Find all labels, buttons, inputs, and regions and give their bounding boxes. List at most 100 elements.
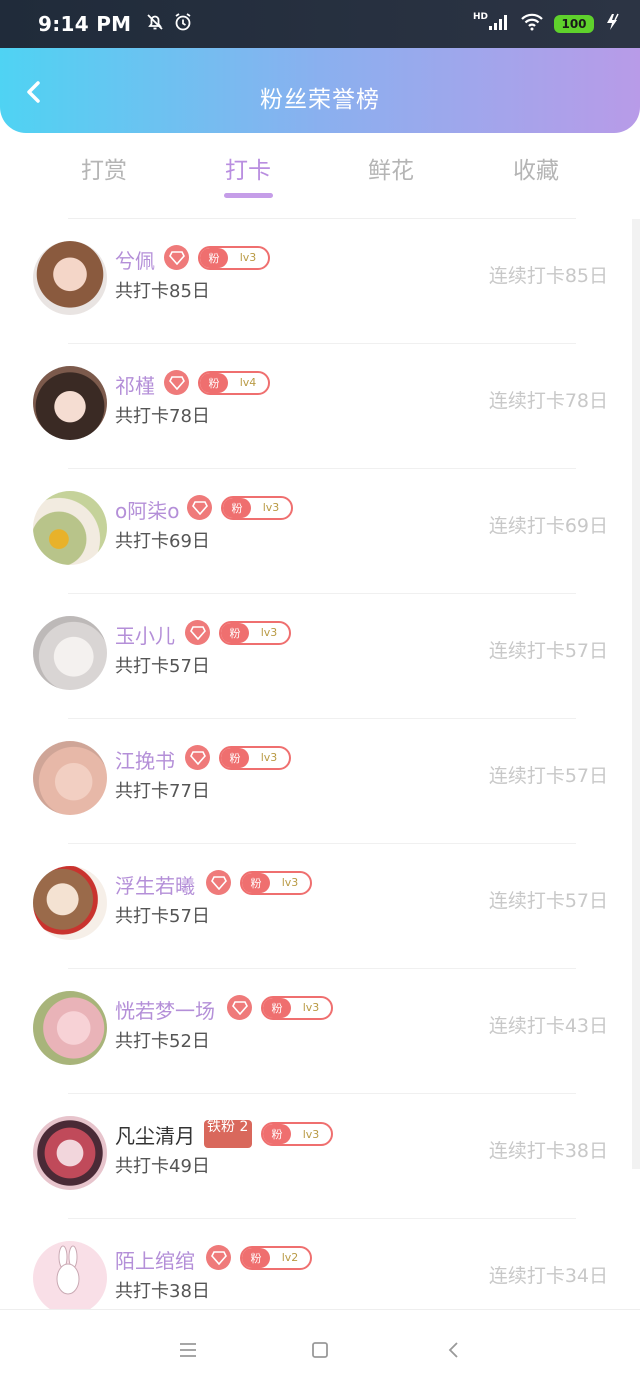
menu-icon <box>180 1343 196 1357</box>
list-item[interactable]: 凡尘清月 铁粉 2 粉 lv3 共打卡49日 连续打卡38日 <box>0 1094 632 1219</box>
fan-level-badge: 粉 lv2 <box>240 1245 312 1270</box>
fan-name[interactable]: 玉小儿 <box>115 620 175 649</box>
list-item[interactable]: 恍若梦一场 粉 lv3 共打卡52日 连续打卡43日 <box>0 969 632 1094</box>
tab-checkin[interactable]: 打卡 <box>198 151 298 185</box>
streak-checkins: 连续打卡78日 <box>488 390 608 412</box>
fan-label: 粉 <box>263 1124 291 1144</box>
wifi-icon <box>520 13 544 35</box>
total-checkins: 共打卡38日 <box>115 1281 210 1302</box>
badge-group: 铁粉 2 粉 lv3 <box>204 1120 333 1148</box>
badge-group: 粉 lv3 <box>187 495 293 520</box>
fan-name[interactable]: 江挽书 <box>115 745 175 774</box>
fan-level-badge: 粉 lv3 <box>219 745 291 770</box>
fan-level-badge: 粉 lv3 <box>219 620 291 645</box>
system-nav-bar <box>0 1309 640 1387</box>
avatar[interactable] <box>33 991 107 1065</box>
streak-checkins: 连续打卡38日 <box>488 1140 608 1162</box>
tab-bar: 打赏 打卡 鲜花 收藏 <box>0 133 640 219</box>
fan-name[interactable]: 陌上绾绾 <box>115 1245 195 1274</box>
badge-group: 粉 lv3 <box>164 245 270 270</box>
bunny-icon <box>56 1245 80 1295</box>
fan-label: 粉 <box>223 497 251 518</box>
fan-label: 粉 <box>263 997 291 1018</box>
avatar[interactable] <box>33 491 107 565</box>
fan-level-badge: 粉 lv3 <box>261 1122 333 1146</box>
badge-group: 粉 lv3 <box>206 870 312 895</box>
battery-indicator: 100 <box>554 15 594 33</box>
fan-name[interactable]: 恍若梦一场 <box>115 995 215 1024</box>
fan-name[interactable]: 祁槿 <box>115 370 155 399</box>
fan-list[interactable]: 兮佩 粉 lv3 共打卡85日 连续打卡85日 祁槿 粉 lv4 共打卡78日 … <box>0 219 640 1309</box>
streak-checkins: 连续打卡57日 <box>488 640 608 662</box>
square-icon <box>312 1342 328 1358</box>
fan-label: 粉 <box>200 372 228 393</box>
avatar[interactable] <box>33 1116 107 1190</box>
streak-checkins: 连续打卡69日 <box>488 515 608 537</box>
diamond-icon <box>187 495 212 520</box>
streak-checkins: 连续打卡34日 <box>488 1265 608 1287</box>
list-item[interactable]: 玉小儿 粉 lv3 共打卡57日 连续打卡57日 <box>0 594 632 719</box>
fan-name[interactable]: 凡尘清月 <box>115 1120 195 1149</box>
tab-favorites[interactable]: 收藏 <box>486 151 586 185</box>
fan-level: lv3 <box>302 1127 320 1141</box>
menu-button[interactable] <box>174 1336 202 1364</box>
avatar[interactable] <box>33 741 107 815</box>
fan-label: 粉 <box>242 872 270 893</box>
total-checkins: 共打卡49日 <box>115 1156 210 1177</box>
total-checkins: 共打卡85日 <box>115 281 210 302</box>
avatar[interactable] <box>33 616 107 690</box>
fan-level: lv3 <box>239 251 257 264</box>
tab-flowers[interactable]: 鲜花 <box>341 151 441 185</box>
list-item[interactable]: 祁槿 粉 lv4 共打卡78日 连续打卡78日 <box>0 344 632 469</box>
total-checkins: 共打卡77日 <box>115 781 210 802</box>
badge-group: 粉 lv2 <box>206 1245 312 1270</box>
chevron-left-icon <box>448 1342 458 1358</box>
fan-name[interactable]: 浮生若曦 <box>115 870 195 899</box>
streak-checkins: 连续打卡43日 <box>488 1015 608 1037</box>
home-button[interactable] <box>306 1336 334 1364</box>
list-item[interactable]: o阿柒o 粉 lv3 共打卡69日 连续打卡69日 <box>0 469 632 594</box>
fan-name[interactable]: 兮佩 <box>115 245 155 274</box>
fan-level: lv3 <box>260 626 278 639</box>
network-type-label: HD <box>472 12 488 22</box>
fan-level: lv3 <box>262 501 280 514</box>
fan-level: lv3 <box>281 876 299 889</box>
diamond-icon <box>185 620 210 645</box>
charging-icon <box>604 13 622 35</box>
fan-level-badge: 粉 lv3 <box>261 995 333 1020</box>
avatar[interactable] <box>33 1241 107 1309</box>
streak-checkins: 连续打卡57日 <box>488 890 608 912</box>
list-item[interactable]: 陌上绾绾 粉 lv2 共打卡38日 连续打卡34日 <box>0 1219 632 1309</box>
tab-reward[interactable]: 打赏 <box>54 151 154 185</box>
title-badge: 铁粉 2 <box>204 1120 252 1148</box>
fan-label: 粉 <box>200 247 228 268</box>
fan-label: 粉 <box>221 747 249 768</box>
alarm-icon <box>173 12 193 36</box>
avatar[interactable] <box>33 241 107 315</box>
fan-name[interactable]: o阿柒o <box>115 495 179 524</box>
scrollbar[interactable] <box>632 219 640 1169</box>
fan-label: 粉 <box>242 1247 270 1268</box>
avatar[interactable] <box>33 366 107 440</box>
signal-icon <box>488 13 510 35</box>
total-checkins: 共打卡69日 <box>115 531 210 552</box>
fan-level-badge: 粉 lv3 <box>198 245 270 270</box>
fan-level-badge: 粉 lv3 <box>221 495 293 520</box>
list-item[interactable]: 兮佩 粉 lv3 共打卡85日 连续打卡85日 <box>0 219 632 344</box>
fan-label: 粉 <box>221 622 249 643</box>
diamond-icon <box>206 870 231 895</box>
fan-level: lv3 <box>260 751 278 764</box>
fan-level: lv3 <box>302 1001 320 1014</box>
back-nav-button[interactable] <box>440 1336 468 1364</box>
diamond-icon <box>164 245 189 270</box>
fan-level-badge: 粉 lv4 <box>198 370 270 395</box>
streak-checkins: 连续打卡85日 <box>488 265 608 287</box>
avatar[interactable] <box>33 866 107 940</box>
list-item[interactable]: 浮生若曦 粉 lv3 共打卡57日 连续打卡57日 <box>0 844 632 969</box>
list-item[interactable]: 江挽书 粉 lv3 共打卡77日 连续打卡57日 <box>0 719 632 844</box>
badge-group: 粉 lv3 <box>185 620 291 645</box>
total-checkins: 共打卡52日 <box>115 1031 210 1052</box>
diamond-icon <box>185 745 210 770</box>
fan-level-badge: 粉 lv3 <box>240 870 312 895</box>
total-checkins: 共打卡57日 <box>115 906 210 927</box>
